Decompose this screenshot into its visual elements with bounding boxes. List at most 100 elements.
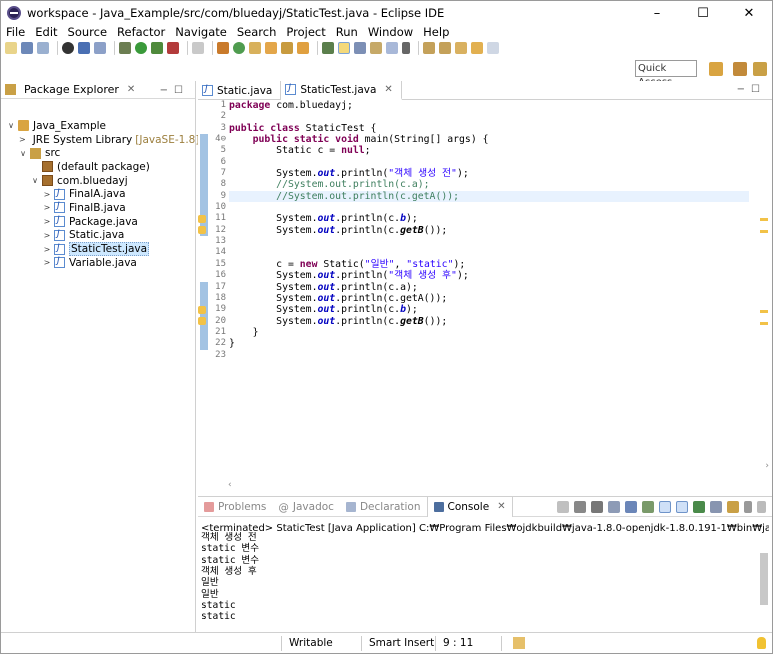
chevron-down-icon[interactable]: ∨ [19, 149, 27, 158]
tab-console[interactable]: Console ✕ [426, 496, 513, 517]
code-line[interactable]: Static c = null; [229, 145, 749, 156]
menu-edit[interactable]: Edit [30, 25, 62, 40]
minimize-button[interactable]: – [634, 1, 680, 25]
update-icon[interactable] [513, 637, 525, 649]
code-line[interactable]: } [229, 338, 749, 349]
menu-project[interactable]: Project [281, 25, 330, 40]
menu-refactor[interactable]: Refactor [112, 25, 170, 40]
tab-javadoc[interactable]: @ Javadoc [272, 497, 340, 517]
open-perspective-icon[interactable] [709, 62, 723, 76]
code-line[interactable]: //System.out.println(c.a); [229, 179, 749, 190]
code-line[interactable] [229, 202, 749, 213]
scroll-thumb[interactable] [760, 553, 768, 605]
code-line[interactable]: System.out.println(c.a); [229, 282, 749, 293]
external-tools-icon[interactable] [167, 42, 179, 54]
profile-icon[interactable] [62, 42, 74, 54]
next-annotation-icon[interactable] [423, 42, 435, 54]
word-wrap-icon[interactable] [354, 42, 366, 54]
debug-icon[interactable] [119, 42, 131, 54]
skip-breakpoints-icon[interactable] [94, 42, 106, 54]
code-line[interactable]: System.out.println(c.b); [229, 213, 749, 224]
menu-source[interactable]: Source [63, 25, 113, 40]
code-lines[interactable]: package com.bluedayj; public class Static… [229, 100, 749, 361]
tree-item[interactable]: ∨ src [1, 146, 195, 160]
forward-icon[interactable] [487, 42, 499, 54]
remove-all-launches-icon[interactable] [591, 501, 603, 513]
code-line[interactable]: //System.out.println(c.getA()); [229, 190, 749, 203]
remove-launch-icon[interactable] [574, 501, 586, 513]
new-java-class-icon[interactable] [233, 42, 245, 54]
tree-item[interactable]: > StaticTest.java [1, 242, 195, 257]
pin-console-icon[interactable] [693, 501, 705, 513]
show-on-stdout-icon[interactable] [659, 501, 671, 513]
console-output[interactable]: 객체 생성 전 static 변수 static 변수 객체 생성 후 일반 일반 stat… [201, 532, 756, 622]
run-icon[interactable] [135, 42, 147, 54]
code-editor[interactable]: 1 2 3 4⊖ 5 6 7 8 9 10 11 12 13 14 15 16 17 18 19 20 21 22 23 p… [198, 100, 772, 480]
menu-search[interactable]: Search [232, 25, 282, 40]
code-line[interactable]: System.out.println(c.getB()); [229, 225, 749, 236]
open-folder-icon[interactable] [297, 42, 309, 54]
java-perspective-icon[interactable] [753, 62, 767, 76]
warning-marker[interactable] [760, 322, 768, 325]
tip-icon[interactable] [757, 637, 766, 649]
code-line[interactable]: c = new Static("일반", "static"); [229, 259, 749, 270]
code-line[interactable] [229, 157, 749, 168]
scroll-left-icon[interactable]: ‹ [228, 480, 232, 490]
chevron-right-icon[interactable]: > [43, 258, 51, 267]
menu-window[interactable]: Window [363, 25, 418, 40]
back-icon[interactable] [471, 42, 483, 54]
code-line[interactable]: public static void main(String[] args) { [229, 134, 749, 145]
stop-icon[interactable] [192, 42, 204, 54]
tree-item[interactable]: > Variable.java [1, 256, 195, 270]
menu-help[interactable]: Help [418, 25, 454, 40]
code-line[interactable]: System.out.println("객체 생성 후"); [229, 270, 749, 281]
chevron-right-icon[interactable]: > [43, 217, 51, 226]
warning-icon[interactable] [198, 305, 206, 314]
warning-marker[interactable] [760, 218, 768, 221]
warning-icon[interactable] [198, 226, 206, 235]
tab-statictest-java[interactable]: StaticTest.java ✕ [281, 81, 402, 100]
show-whitespace-icon[interactable] [386, 42, 398, 54]
tree-item[interactable]: ∨ Java_Example [1, 119, 195, 133]
new-icon[interactable] [5, 42, 17, 54]
coverage-icon[interactable] [151, 42, 163, 54]
tree-item[interactable]: > Package.java [1, 215, 195, 229]
tree-item[interactable]: > FinalB.java [1, 201, 195, 215]
tree-item[interactable]: ∨ com.bluedayj [1, 174, 195, 188]
chevron-right-icon[interactable]: > [43, 231, 51, 240]
horizontal-scrollbar[interactable]: ‹ [228, 480, 758, 492]
mark-occurrences-icon[interactable] [338, 42, 350, 54]
tree-item[interactable]: > JRE System Library [JavaSE-1.8] [1, 133, 199, 147]
warning-icon[interactable] [198, 215, 206, 223]
code-line[interactable] [229, 247, 749, 258]
close-icon[interactable]: ✕ [384, 84, 392, 95]
tree-item[interactable]: > Static.java [1, 229, 195, 243]
code-line[interactable]: System.out.println(c.b); [229, 304, 749, 315]
warning-icon[interactable] [198, 317, 206, 326]
minimize-icon[interactable] [744, 501, 752, 513]
menu-navigate[interactable]: Navigate [170, 25, 232, 40]
save-all-icon[interactable] [37, 42, 49, 54]
chevron-right-icon[interactable]: > [43, 190, 51, 199]
warning-marker[interactable] [760, 230, 768, 233]
code-line[interactable]: System.out.println(c.getB()); [229, 316, 749, 327]
save-icon[interactable] [21, 42, 33, 54]
minimize-icon[interactable]: − [160, 85, 174, 96]
open-task-icon[interactable] [265, 42, 277, 54]
new-java-package-icon[interactable] [217, 42, 229, 54]
chevron-down-icon[interactable]: ∨ [31, 176, 39, 185]
insert-mode-status[interactable]: Smart Insert [369, 637, 434, 649]
search-icon[interactable] [281, 42, 293, 54]
maximize-icon[interactable] [757, 501, 766, 513]
close-window-button[interactable]: ✕ [726, 1, 772, 25]
code-line[interactable] [229, 111, 749, 122]
menu-file[interactable]: File [1, 25, 30, 40]
tree-item[interactable]: (default package) [1, 160, 195, 174]
annotation-icon[interactable] [322, 42, 334, 54]
code-line[interactable]: System.out.println("객체 생성 전"); [229, 168, 749, 179]
close-icon[interactable]: ✕ [497, 501, 505, 512]
tab-static-java[interactable]: Static.java [198, 81, 282, 100]
code-line[interactable] [229, 350, 749, 361]
code-line[interactable]: public class StaticTest { [229, 123, 749, 134]
chevron-down-icon[interactable]: ∨ [7, 121, 15, 130]
